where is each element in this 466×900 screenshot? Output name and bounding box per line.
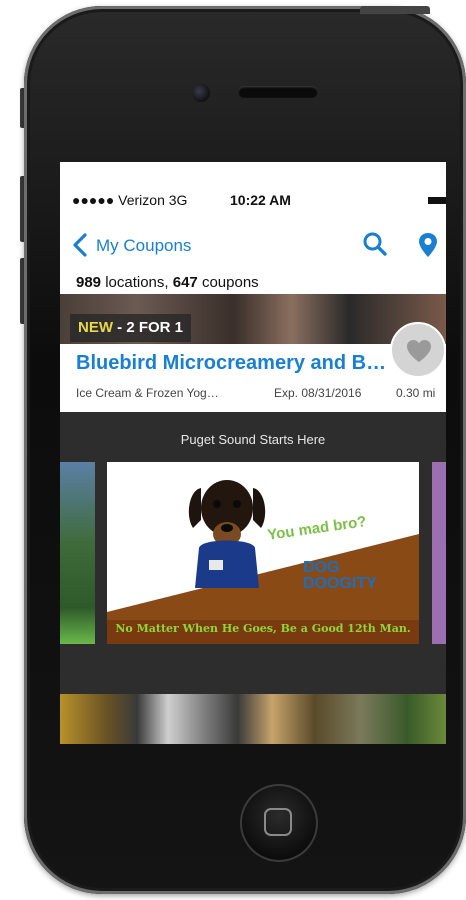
ad-section-header: Puget Sound Starts Here <box>180 432 326 447</box>
home-button[interactable] <box>240 784 318 862</box>
badge-new: NEW <box>78 319 113 336</box>
ad-logo: DOG DOOGITY <box>303 560 377 592</box>
back-button[interactable]: My Coupons <box>96 236 191 256</box>
map-pin-icon[interactable] <box>416 231 440 259</box>
heart-icon <box>407 340 431 362</box>
home-square-icon <box>264 808 292 836</box>
coupons-label: coupons <box>197 274 259 291</box>
deal-badge: NEW - 2 FOR 1 <box>70 314 192 342</box>
ad-card-main[interactable]: You mad bro? DOG DOOGITY No Matter When … <box>107 462 419 644</box>
ad-card-previous[interactable] <box>60 462 95 644</box>
app-screen: ●●●●● Verizon 3G 10:22 AM My Coupons 989… <box>60 162 446 744</box>
status-time: 10:22 AM <box>230 192 291 208</box>
chevron-left-icon[interactable] <box>70 232 92 258</box>
listing-photo-strip[interactable] <box>60 694 446 744</box>
results-summary: 989 locations, 647 coupons <box>76 274 259 291</box>
nav-bar: My Coupons <box>60 230 446 260</box>
badge-deal: - 2 FOR 1 <box>113 319 184 336</box>
coupon-distance: 0.30 mi <box>396 386 436 400</box>
locations-count: 989 <box>76 274 102 291</box>
search-icon[interactable] <box>362 231 388 257</box>
front-camera <box>192 84 210 102</box>
battery-icon <box>428 197 446 204</box>
power-button <box>360 6 430 14</box>
favorite-button[interactable] <box>390 322 446 378</box>
coupon-category: Ice Cream & Frozen Yog… <box>76 386 219 400</box>
carrier-signal: ●●●●● Verizon 3G <box>72 192 188 208</box>
ad-section: Puget Sound Starts Here You mad bro? DOG <box>60 412 446 744</box>
coupons-count: 647 <box>172 274 198 291</box>
status-bar: ●●●●● Verizon 3G 10:22 AM <box>60 192 446 212</box>
earpiece-speaker <box>238 86 318 98</box>
ad-tagline: No Matter When He Goes, Be a Good 12th M… <box>115 622 411 635</box>
coupon-expiration: Exp. 08/31/2016 <box>274 386 362 400</box>
ad-card-next[interactable] <box>432 462 446 644</box>
ad-logo-line1: DOG <box>303 559 340 576</box>
coupon-title[interactable]: Bluebird Microcreamery and B… <box>76 352 386 375</box>
dog-mascot <box>188 480 266 588</box>
ad-logo-line2: DOOGITY <box>303 575 377 592</box>
locations-label: locations, <box>101 274 173 291</box>
